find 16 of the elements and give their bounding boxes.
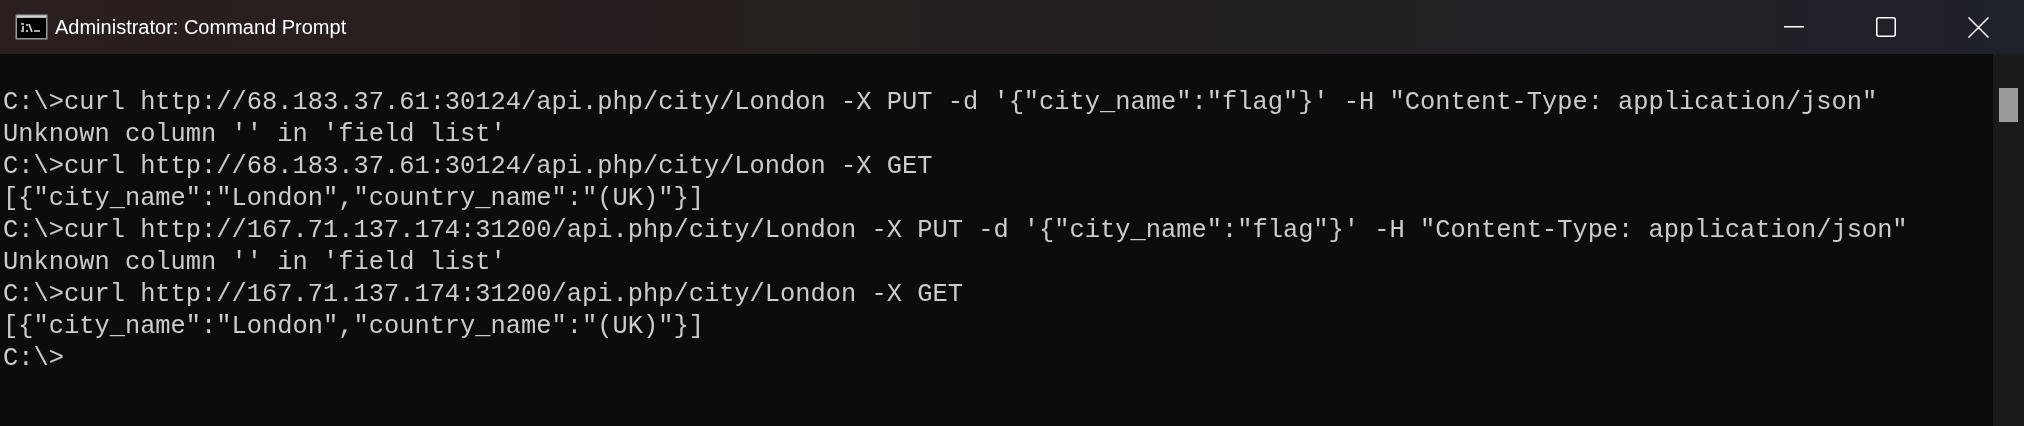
console-line: C:\>curl http://68.183.37.61:30124/api.php/city/London -X PUT -d '{"city_name":"flag"}' -H "Content-Type: application/json"	[3, 87, 1879, 119]
console-line: Unknown column '' in 'field list'	[3, 119, 507, 151]
maximize-icon	[1876, 17, 1896, 37]
console-line: [{"city_name":"London","country_name":"(UK)"}]	[3, 183, 705, 215]
scrollbar[interactable]	[1993, 54, 2024, 426]
console-line: C:\>	[3, 343, 65, 375]
terminal-app-icon	[15, 14, 48, 40]
console-line: C:\>curl http://167.71.137.174:31200/api.php/city/London -X PUT -d '{"city_name":"flag"}' -H "Content-Type: application/json"	[3, 215, 1909, 247]
console-line: C:\>curl http://167.71.137.174:31200/api.php/city/London -X GET	[3, 279, 964, 311]
console-line: Unknown column '' in 'field list'	[3, 247, 507, 279]
console-line: [{"city_name":"London","country_name":"(UK)"}]	[3, 311, 705, 343]
scrollbar-thumb[interactable]	[1999, 88, 2018, 122]
console-line: C:\>curl http://68.183.37.61:30124/api.php/city/London -X GET	[3, 151, 934, 183]
minimize-icon	[1784, 26, 1804, 28]
window-title: Administrator: Command Prompt	[55, 15, 347, 40]
close-icon	[1967, 16, 1989, 38]
